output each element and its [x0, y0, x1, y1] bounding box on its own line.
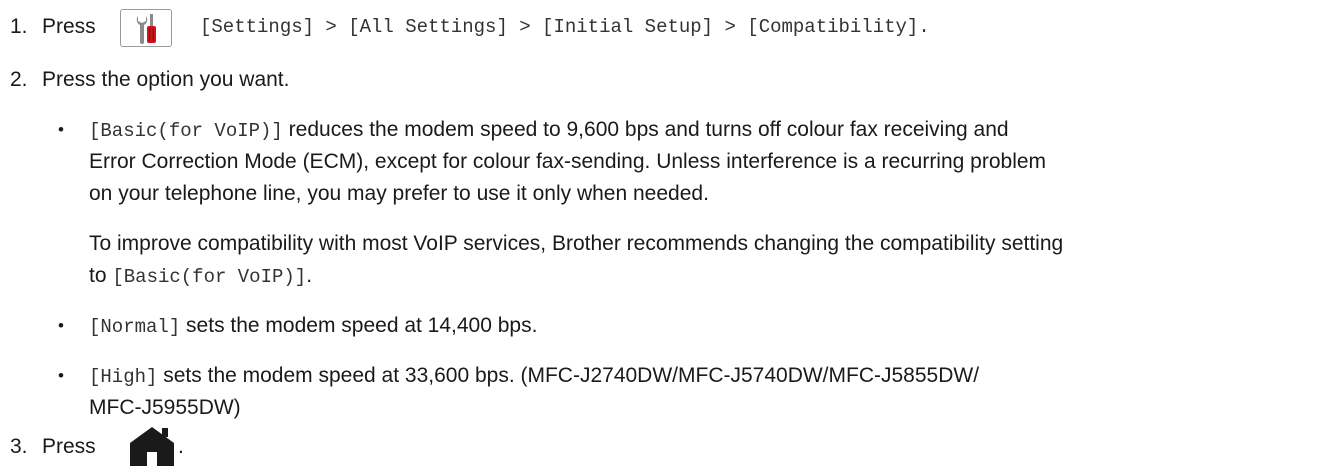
step-3: 3. Press — [10, 430, 96, 464]
step-text: Press the option you want. — [42, 68, 290, 91]
note-text: to — [89, 264, 113, 287]
option-high-line-2: MFC-J5955DW) — [89, 396, 241, 419]
step-3-period: . — [178, 435, 184, 458]
step-number: 3. — [10, 435, 28, 458]
home-button[interactable] — [127, 424, 177, 466]
step-number: 2. — [10, 68, 28, 91]
home-icon — [130, 427, 174, 466]
option-code: [High] — [89, 366, 158, 388]
note-period: . — [306, 264, 313, 287]
settings-tools-icon — [136, 14, 156, 44]
option-basic-line-3: on your telephone line, you may prefer t… — [89, 182, 709, 205]
note-line-1: To improve compatibility with most VoIP … — [89, 232, 1064, 255]
note-line-2: to [Basic(for VoIP)]. — [89, 262, 312, 291]
settings-button[interactable] — [120, 9, 172, 47]
option-high-line-1: [High] sets the modem speed at 33,600 bp… — [89, 362, 979, 391]
option-normal-line-1: [Normal] sets the modem speed at 14,400 … — [89, 312, 537, 341]
option-code: [Normal] — [89, 316, 181, 338]
step-text: Press — [42, 15, 96, 38]
option-description: sets the modem speed at 33,600 bps. (MFC… — [157, 364, 980, 387]
bullet: • — [58, 120, 64, 139]
option-basic-line-1: [Basic(for VoIP)] reduces the modem spee… — [89, 116, 1009, 145]
bullet: • — [58, 366, 64, 385]
step-number: 1. — [10, 15, 28, 38]
option-basic-line-2: Error Correction Mode (ECM), except for … — [89, 150, 1047, 173]
option-description: sets the modem speed at 14,400 bps. — [180, 314, 538, 337]
bullet: • — [58, 316, 64, 335]
step-1: 1. Press — [10, 10, 96, 44]
note-code: [Basic(for VoIP)] — [112, 266, 307, 288]
step-2: 2. Press the option you want. — [10, 63, 289, 97]
option-code: [Basic(for VoIP)] — [89, 120, 283, 142]
option-description: reduces the modem speed to 9,600 bps and… — [282, 118, 1009, 141]
step-text: Press — [42, 435, 96, 458]
menu-path: [Settings] > [All Settings] > [Initial S… — [200, 16, 930, 38]
